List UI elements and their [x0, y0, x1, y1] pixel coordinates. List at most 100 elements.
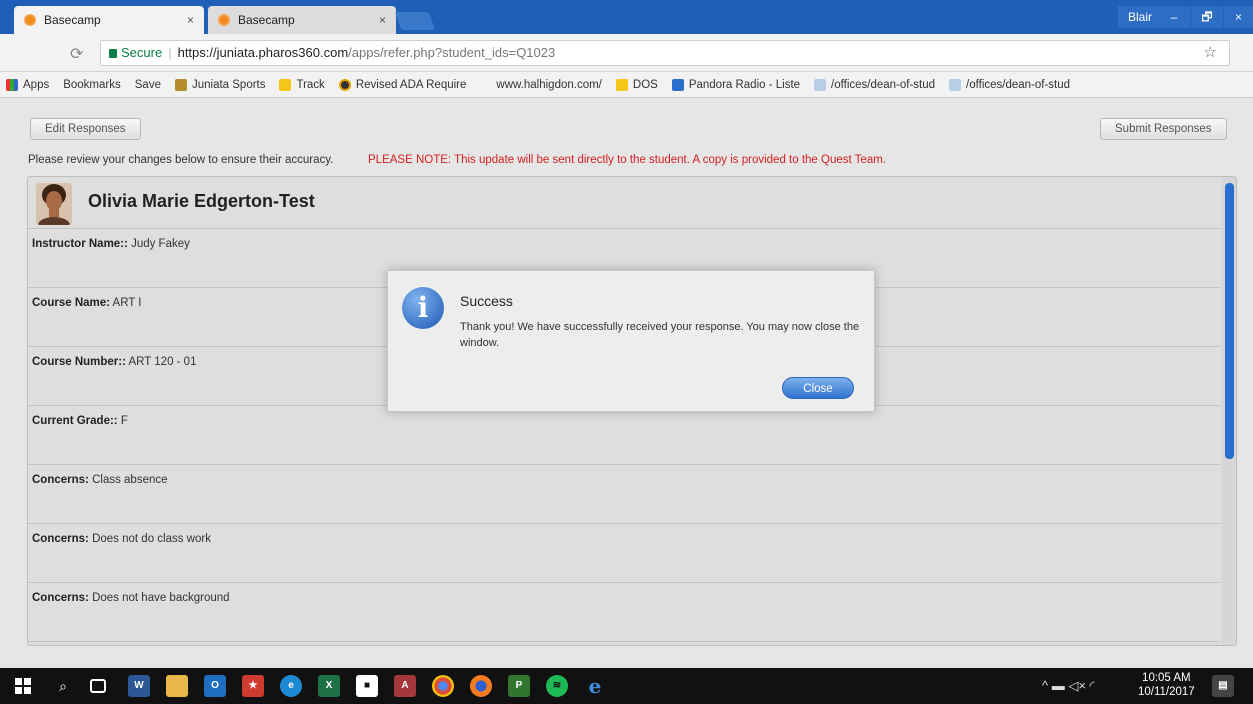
bookmark-label: Track — [296, 78, 325, 91]
field-value: Does not have background — [92, 592, 230, 604]
student-name: Olivia Marie Edgerton-Test — [88, 191, 315, 211]
bookmark-revised-ada[interactable]: Revised ADA Require — [338, 78, 467, 91]
maximize-button[interactable]: 🗗 — [1191, 6, 1223, 28]
window-close-button[interactable]: × — [1224, 6, 1253, 28]
edge-icon[interactable]: e — [280, 675, 302, 697]
access-icon[interactable]: A — [394, 675, 416, 697]
review-instructions: Please review your changes below to ensu… — [28, 154, 334, 166]
field-label: Course Name: — [32, 297, 110, 309]
folder-icon — [615, 78, 628, 91]
spotify-icon[interactable]: ≋ — [546, 675, 568, 697]
info-icon: i — [402, 287, 444, 329]
edit-responses-button[interactable]: Edit Responses — [30, 118, 141, 140]
bookmark-save[interactable]: Save — [135, 79, 161, 91]
app-red-icon[interactable]: ★ — [242, 675, 264, 697]
reload-icon[interactable]: ⟳ — [70, 44, 83, 64]
tab-label: Basecamp — [238, 13, 295, 27]
panel-scrollbar[interactable] — [1222, 177, 1236, 645]
note-warning: PLEASE NOTE: This update will be sent di… — [368, 154, 886, 166]
task-view-icon[interactable] — [90, 679, 106, 693]
field-value: ART 120 - 01 — [128, 356, 197, 368]
bookmark-juniata-sports[interactable]: Juniata Sports — [174, 78, 266, 91]
bookmark-label: Revised ADA Require — [355, 78, 467, 91]
tab-close-icon[interactable]: × — [379, 13, 386, 27]
bookmark-label: Apps — [23, 78, 50, 91]
student-header: Olivia Marie Edgerton-Test — [28, 177, 1220, 229]
internet-explorer-icon[interactable]: e — [584, 675, 606, 697]
word-icon[interactable]: W — [128, 675, 150, 697]
bookmark-dean-of-students-1[interactable]: /offices/dean-of-stud — [814, 78, 935, 91]
field-label: Current Grade:: — [32, 415, 118, 427]
bookmark-apps[interactable]: Apps — [6, 78, 50, 91]
field-row-concern-1: Concerns: Class absence — [28, 465, 1220, 524]
bookmark-track[interactable]: Track — [279, 78, 325, 91]
excel-icon[interactable]: X — [318, 675, 340, 697]
clock-date: 10/11/2017 — [1138, 686, 1195, 698]
taskbar-clock[interactable]: 10:05 AM 10/11/2017 — [1138, 671, 1195, 699]
juniata-icon — [174, 78, 187, 91]
field-label: Concerns: — [32, 592, 89, 604]
field-row-concern-2: Concerns: Does not do class work — [28, 524, 1220, 583]
avatar — [36, 183, 72, 225]
url-host: https://juniata.pharos360.com — [177, 45, 349, 60]
clock-time: 10:05 AM — [1142, 672, 1191, 684]
browser-toolbar: ⟳ Secure | https://juniata.pharos360.com/a… — [0, 34, 1253, 72]
field-label: Concerns: — [32, 474, 89, 486]
bookmark-label: Save — [134, 78, 161, 91]
project-icon[interactable]: P — [508, 675, 530, 697]
submit-responses-button[interactable]: Submit Responses — [1100, 118, 1227, 140]
bookmark-star-icon[interactable]: ☆ — [1204, 41, 1217, 65]
bookmark-label: www.halhigdon.com/ — [496, 78, 602, 91]
minimize-button[interactable]: – — [1158, 6, 1190, 28]
field-value: F — [120, 415, 128, 427]
close-button[interactable]: Close — [782, 377, 854, 399]
field-row-concern-3: Concerns: Does not have background — [28, 583, 1220, 642]
search-icon[interactable]: ⌕ — [52, 675, 74, 697]
field-value: Does not do class work — [92, 533, 211, 545]
field-label: Course Number:: — [32, 356, 126, 368]
field-row-current-grade: Current Grade:: F — [28, 406, 1220, 465]
dialog-message: Thank you! We have successfully received… — [460, 321, 860, 349]
lock-icon — [109, 49, 117, 58]
bookmark-halhigdon[interactable]: www.halhigdon.com/ — [496, 79, 601, 91]
browser-title-bar: Basecamp × Basecamp × Blair – 🗗 × — [0, 0, 1253, 34]
bookmark-label: /offices/dean-of-stud — [966, 78, 1071, 91]
page-icon — [814, 78, 827, 91]
basecamp-favicon-icon — [24, 14, 36, 26]
bookmarks-bar: Apps Bookmarks Save Juniata Sports Track… — [0, 72, 1253, 98]
tab-close-icon[interactable]: × — [187, 13, 194, 27]
bookmark-label: Bookmarks — [63, 78, 121, 91]
notifications-icon[interactable]: ▤ — [1212, 675, 1234, 697]
windows-taskbar: ⌕ W O ★ e X ■ A P ≋ e ^ ▬ ◁× ◜ 10:05 AM … — [0, 668, 1253, 704]
windows-start-icon[interactable] — [12, 675, 34, 697]
browser-tab-2[interactable]: Basecamp × — [208, 6, 396, 34]
profile-user-button[interactable]: Blair — [1118, 6, 1163, 28]
bookmark-dos[interactable]: DOS — [615, 78, 658, 91]
field-value: Judy Fakey — [131, 238, 190, 250]
bookmark-label: Pandora Radio - Liste — [688, 78, 801, 91]
dialog-title: Success — [460, 293, 513, 309]
bookmark-pandora[interactable]: Pandora Radio - Liste — [671, 78, 801, 91]
address-separator: | — [168, 45, 172, 60]
browser-tab-1[interactable]: Basecamp × — [14, 6, 204, 34]
tab-label: Basecamp — [44, 13, 101, 27]
chrome-icon[interactable] — [432, 675, 454, 697]
success-dialog: i Success Thank you! We have successfull… — [387, 270, 875, 412]
bookmark-label: DOS — [632, 78, 658, 91]
file-explorer-icon[interactable] — [166, 675, 188, 697]
bookmark-label: Juniata Sports — [191, 78, 266, 91]
apps-grid-icon — [6, 78, 18, 91]
store-icon[interactable]: ■ — [356, 675, 378, 697]
firefox-icon[interactable] — [470, 675, 492, 697]
system-tray[interactable]: ^ ▬ ◁× ◜ — [1042, 678, 1095, 694]
pandora-icon — [671, 78, 684, 91]
bookmark-bookmarks[interactable]: Bookmarks — [63, 79, 121, 91]
address-bar[interactable]: Secure | https://juniata.pharos360.com/app… — [100, 40, 1230, 66]
new-tab-button[interactable] — [394, 12, 436, 30]
outlook-icon[interactable]: O — [204, 675, 226, 697]
scrollbar-thumb[interactable] — [1225, 183, 1234, 459]
bookmark-dean-of-students-2[interactable]: /offices/dean-of-stud — [949, 78, 1071, 91]
basecamp-favicon-icon — [218, 14, 230, 26]
field-value: Class absence — [92, 474, 168, 486]
field-label: Concerns: — [32, 533, 89, 545]
